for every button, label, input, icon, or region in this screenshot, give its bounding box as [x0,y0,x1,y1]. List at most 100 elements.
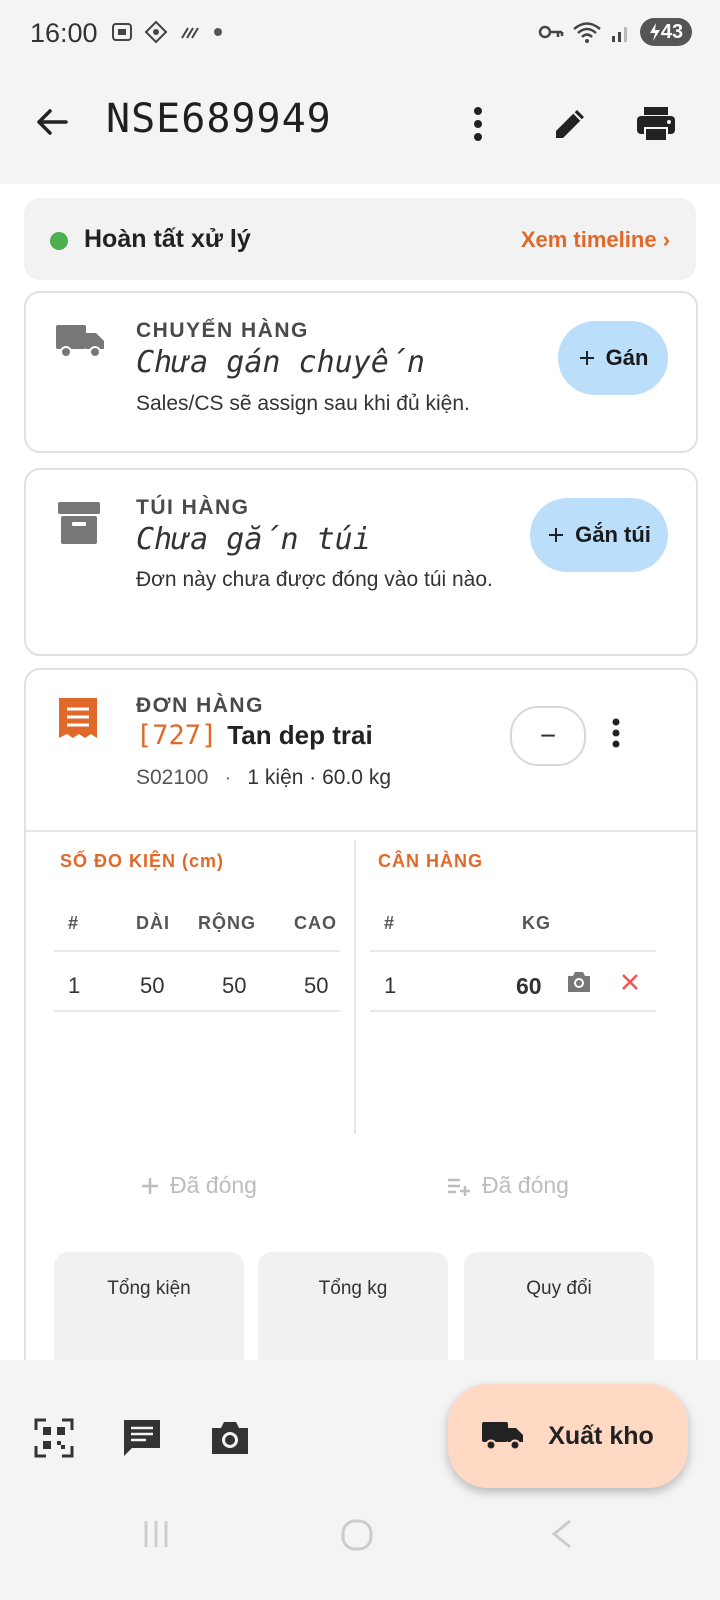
status-bar: 16:00 43 [0,0,720,64]
stat-total-kg: Tổng kg [258,1252,448,1360]
attach-bag-button[interactable]: Gắn túi [530,498,668,572]
more-vert-icon [612,718,620,748]
shipment-note: Sales/CS sẽ assign sau khi đủ kiện. [136,392,470,415]
dim-header-index: # [68,913,80,933]
dim-header-line [54,950,340,952]
bag-card: TÚI HÀNG Chưa gắn túi Đơn này chưa được … [24,468,698,656]
status-system-icons: 43 [538,18,692,46]
status-dot [50,232,68,250]
dot-icon [214,28,222,36]
stat-converted: Quy đổi [464,1252,654,1360]
dim-header-length: DÀI [136,913,170,933]
status-time: 16:00 [30,18,98,48]
page-title: NSE689949 [106,96,332,142]
order-label: ĐƠN HÀNG [136,694,264,717]
battery-level: 43 [660,20,684,43]
order-more-button[interactable] [610,718,622,753]
weights-title: CÂN HÀNG [378,851,483,871]
dim-header-height: CAO [294,913,337,933]
print-button[interactable] [632,100,680,148]
more-menu-button[interactable] [454,100,502,148]
order-summary: 1 kiện · 60.0 kg [247,766,391,789]
receipt-icon [56,696,100,745]
order-meta-separator: · [224,766,232,789]
plus-icon [579,351,594,365]
notes-button[interactable] [120,1416,164,1460]
weights-closed-button[interactable]: Đã đóng [446,1172,569,1199]
stat-label: Tổng kiện [107,1278,191,1299]
home-button[interactable] [340,1518,374,1557]
wifi-icon [573,22,601,43]
assign-shipment-button[interactable]: Gán [558,321,668,395]
screenshot-icon [112,23,132,41]
arrow-back-icon [37,109,68,135]
dim-row-line [54,1010,340,1012]
status-notification-icons [110,20,224,44]
more-vert-icon [474,107,482,141]
signal-icon [612,27,627,42]
stat-total-packages: Tổng kiện [54,1252,244,1360]
dimensions-closed-label: Đã đóng [170,1172,257,1198]
shipment-card: CHUYẾN HÀNG Chưa gán chuyến Sales/CS sẽ … [24,291,698,453]
shipment-value: Chưa gán chuyến [136,345,425,380]
chat-message-icon [124,1420,160,1456]
camera-icon [568,972,590,992]
charging-bolt-icon [649,23,660,41]
order-meta: S02100 · 1 kiện · 60.0 kg [136,766,391,790]
dim-row-height[interactable]: 50 [304,973,328,999]
camera-icon [212,1422,248,1454]
weight-row-index: 1 [384,973,397,998]
close-icon [622,974,638,990]
qr-scan-button[interactable] [32,1416,76,1460]
dim-row-length[interactable]: 50 [140,973,164,999]
nfc-icon [181,27,199,39]
battery-indicator: 43 [640,18,692,46]
bag-label: TÚI HÀNG [136,496,250,519]
order-code: [727] [136,720,218,751]
recent-apps-icon [144,1521,168,1547]
export-warehouse-button[interactable]: Xuất kho [448,1384,688,1488]
edit-button[interactable] [546,100,594,148]
assign-shipment-label: Gán [605,345,649,370]
plus-icon [549,528,564,542]
system-navigation-bar [0,1510,720,1600]
order-detail-content[interactable]: Hoàn tất xử lý Xem timeline › CHUYẾN HÀN… [0,184,720,1360]
weight-row-kg[interactable]: 60 [516,973,542,1000]
plus-icon [142,1177,158,1194]
printer-icon [637,107,675,142]
app-bar: NSE689949 [0,64,720,184]
system-back-button[interactable] [548,1518,576,1555]
dim-row-width[interactable]: 50 [222,973,246,999]
camera-button[interactable] [208,1416,252,1460]
dim-header-width: RỘNG [198,913,256,933]
truck-icon [482,1422,524,1451]
order-customer-name: Tan dep trai [227,720,373,750]
home-icon [341,1519,373,1551]
dimensions-title: SỐ ĐO KIỆN (cm) [60,851,225,871]
truck-icon [56,323,106,366]
bag-value: Chưa gắn túi [136,522,371,557]
status-card: Hoàn tất xử lý Xem timeline › [24,198,696,280]
minus-icon: − [539,720,557,751]
weight-photo-button[interactable] [566,970,592,999]
export-warehouse-label: Xuất kho [548,1421,654,1450]
weights-closed-label: Đã đóng [482,1172,569,1198]
attach-bag-label: Gắn túi [575,522,651,547]
order-divider [26,830,696,832]
vpn-key-icon [538,25,564,39]
stat-label: Quy đổi [526,1278,592,1299]
archive-box-icon [56,500,102,551]
recent-apps-button[interactable] [140,1518,172,1555]
shipment-label: CHUYẾN HÀNG [136,319,309,342]
weight-delete-button[interactable] [620,972,640,997]
bag-note: Đơn này chưa được đóng vào túi nào. [136,568,493,591]
collapse-order-button[interactable]: − [510,706,586,766]
column-divider [354,840,356,1134]
order-title: [727] Tan dep trai [136,720,373,751]
back-button[interactable] [32,102,72,147]
view-timeline-link[interactable]: Xem timeline › [521,227,670,253]
order-card: ĐƠN HÀNG [727] Tan dep trai S02100 · 1 k… [24,668,698,1360]
playlist-add-icon [448,1178,470,1196]
dimensions-closed-button[interactable]: Đã đóng [140,1172,257,1199]
status-text: Hoàn tất xử lý [84,225,251,253]
